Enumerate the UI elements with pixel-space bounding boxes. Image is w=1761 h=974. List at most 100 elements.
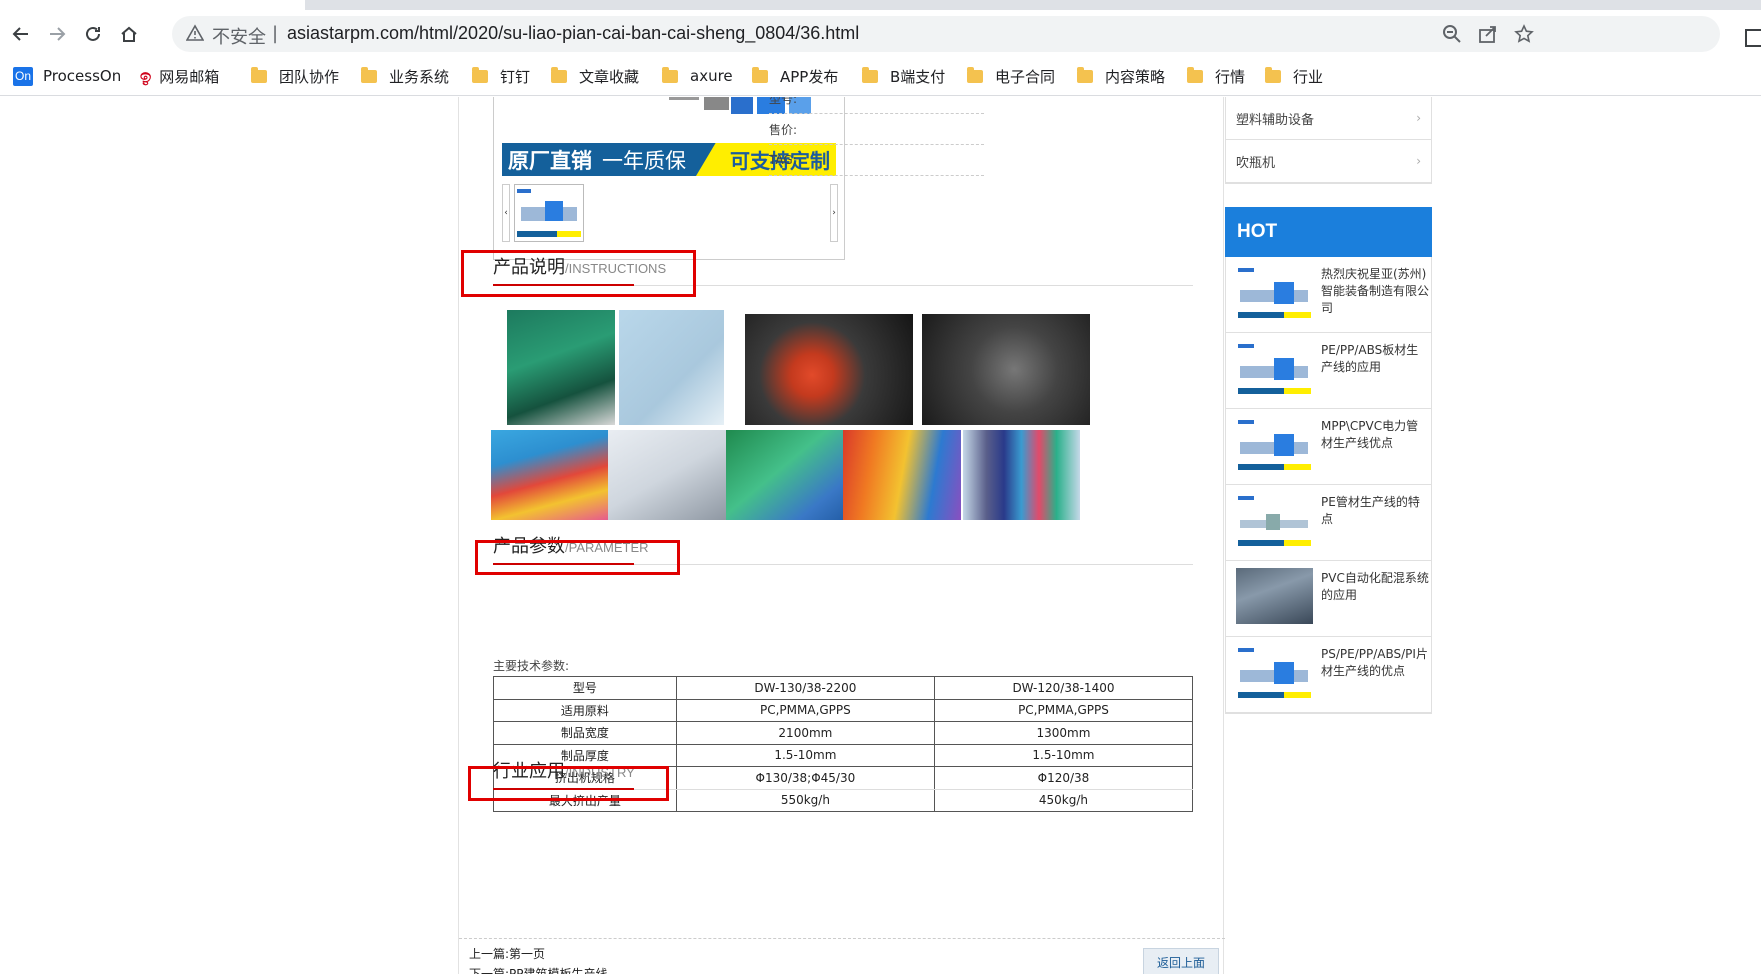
back-button[interactable] [5,18,37,50]
hot-item-title[interactable]: PE/PP/ABS板材生产线的应用 [1321,342,1429,376]
prev-article-link[interactable]: 上一篇:第一页 [469,945,545,962]
red-annotation-box [468,766,669,801]
list-item[interactable]: MPP\CPVC电力管材生产线优点 [1226,409,1431,485]
table-cell: DW-120/38-1400 [933,676,1194,700]
product-photo-color-rolls [843,430,961,520]
hot-thumbnail [1236,644,1313,700]
bookmark-folder[interactable]: axure [662,64,733,88]
table-row: 制品宽度 2100mm 1300mm [493,721,1194,745]
hot-item-title[interactable]: PVC自动化配混系统的应用 [1321,570,1429,604]
bookmark-folder[interactable]: 业务系统 [361,64,449,88]
arrow-left-icon [12,27,28,41]
folder-icon [251,66,267,83]
folder-icon [1077,66,1093,83]
folder-icon [472,66,488,83]
tab-strip [0,0,1761,10]
address-bar[interactable]: 不安全 | asiastarpm.com/html/2020/su-liao-p… [172,16,1720,52]
thumbnail-selected[interactable] [514,184,584,242]
insecure-label: 不安全 [212,27,266,48]
chevron-right-icon: › [1416,111,1421,125]
bookmark-folder[interactable]: 行业 [1265,64,1323,88]
home-icon [121,26,137,42]
bookmark-folder[interactable]: 内容策略 [1077,64,1165,88]
thumb-next-button[interactable]: › [830,184,838,242]
bookmark-folder[interactable]: 钉钉 [472,64,530,88]
hot-thumbnail [1236,340,1313,396]
bookmark-folder[interactable]: 团队协作 [251,64,339,88]
bookmark-folder[interactable]: 电子合同 [967,64,1055,88]
sidebar: 塑料辅助设备 › 吹瓶机 › HOT 热烈庆祝星亚(苏州)智能装备制造有限公司 PE… [1225,97,1432,974]
list-item[interactable]: PS/PE/PP/ABS/PI片材生产线的优点 [1226,637,1431,713]
thumb-prev-button[interactable]: ‹ [502,184,510,242]
red-annotation-box [461,250,696,297]
table-cell: PC,PMMA,GPPS [675,698,935,722]
url-text[interactable]: asiastarpm.com/html/2020/su-liao-pian-ca… [287,23,859,44]
red-annotation-box [475,540,680,575]
hot-thumbnail [1236,264,1313,320]
reload-icon [86,26,100,41]
list-item[interactable]: 热烈庆祝星亚(苏州)智能装备制造有限公司 [1226,257,1431,333]
hot-thumbnail [1236,568,1313,624]
banner-sub-text: 一年质保 [602,148,686,173]
folder-icon [1265,66,1281,83]
zoom-icon[interactable] [1442,24,1462,44]
folder-icon [967,66,983,83]
hot-item-title[interactable]: MPP\CPVC电力管材生产线优点 [1321,418,1429,452]
hot-item-title[interactable]: PE管材生产线的特点 [1321,494,1429,528]
product-photo-gray-boards [608,430,726,520]
bookmarks-bar: On ProcessOn ඉ 网易邮箱 团队协作 业务系统 钉钉 文章收藏 ax… [0,58,1761,96]
back-to-top-button[interactable]: 返回上面 [1143,948,1219,974]
active-tab[interactable] [0,0,305,10]
next-article-link[interactable]: 下一篇:PP建筑模板生产线 [469,965,608,974]
chevron-right-icon: › [1416,154,1421,168]
netease-mail-icon: ඉ [140,65,152,87]
article-pagination: 上一篇:第一页 下一篇:PP建筑模板生产线 返回上面 [459,938,1225,974]
bookmark-folder[interactable]: APP发布 [752,64,838,88]
spec-caption: 主要技术参数: [493,659,570,673]
table-cell: PC,PMMA,GPPS [933,698,1194,722]
table-cell: DW-130/38-2200 [675,676,935,700]
list-item[interactable]: PE管材生产线的特点 [1226,485,1431,561]
info-row-tag: TAG: [769,145,984,176]
bookmark-netease-mail[interactable]: ඉ 网易邮箱 [140,64,219,88]
processon-icon: On [13,66,33,86]
category-item[interactable]: 吹瓶机 › [1226,140,1431,183]
folder-icon [752,66,768,83]
table-cell: 2100mm [675,721,935,745]
forward-button[interactable] [41,18,73,50]
reload-button[interactable] [77,18,109,50]
arrow-right-icon [50,27,66,41]
thumbnail-image [517,189,581,237]
category-item[interactable]: 塑料辅助设备 › [1226,97,1431,140]
table-cell: 型号 [493,676,677,700]
table-row: 适用原料 PC,PMMA,GPPS PC,PMMA,GPPS [493,698,1194,722]
category-list: 塑料辅助设备 › 吹瓶机 › [1225,97,1432,184]
list-item[interactable]: PE/PP/ABS板材生产线的应用 [1226,333,1431,409]
bookmark-folder[interactable]: B端支付 [862,64,945,88]
warning-icon[interactable] [186,24,204,42]
hot-item-title[interactable]: 热烈庆祝星亚(苏州)智能装备制造有限公司 [1321,266,1429,317]
product-photo-green-panel [507,310,615,425]
bookmark-folder[interactable]: 文章收藏 [551,64,639,88]
product-photo-plastic-cups [922,314,1090,425]
list-item[interactable]: PVC自动化配混系统的应用 [1226,561,1431,637]
side-panel-icon[interactable] [1745,29,1761,47]
bookmark-processon[interactable]: On ProcessOn [13,64,121,88]
product-photo-green-blue-sheets [726,430,843,520]
folder-icon [361,66,377,83]
hot-thumbnail [1236,416,1313,472]
table-row: 型号 DW-130/38-2200 DW-120/38-1400 [493,676,1194,700]
web-page: 原厂直销 一年质保 可支持定制 ‹ › 型号: 售价: TAG: 产品说明/IN… [0,97,1761,974]
table-cell: 制品宽度 [493,721,677,745]
star-icon[interactable] [1514,24,1534,44]
bookmark-folder[interactable]: 行情 [1187,64,1245,88]
product-info: 型号: 售价: TAG: [769,97,984,176]
product-photo-white-sheets [619,310,724,425]
main-content: 原厂直销 一年质保 可支持定制 ‹ › 型号: 售价: TAG: 产品说明/IN… [458,97,1225,974]
home-button[interactable] [113,18,145,50]
share-icon[interactable] [1478,24,1498,44]
hot-item-title[interactable]: PS/PE/PP/ABS/PI片材生产线的优点 [1321,646,1429,680]
banner-main-text: 原厂直销 [508,148,592,173]
folder-icon [1187,66,1203,83]
folder-icon [862,66,878,83]
